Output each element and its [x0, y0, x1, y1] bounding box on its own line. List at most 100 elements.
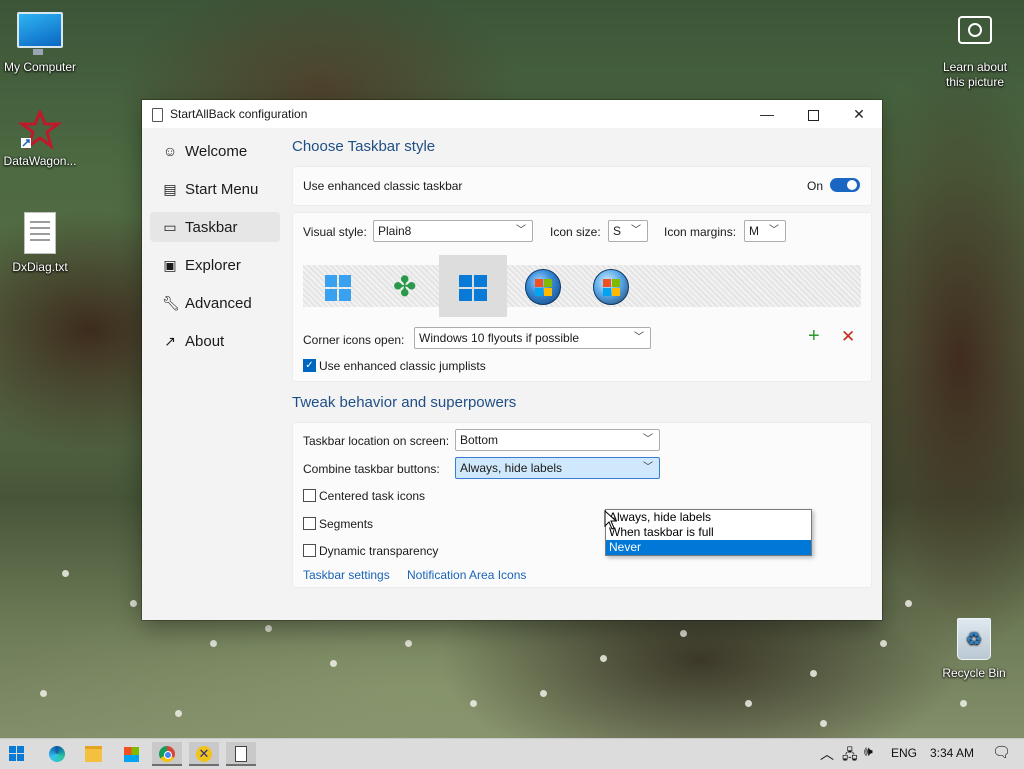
text-file-icon	[24, 212, 56, 254]
computer-icon	[17, 12, 63, 55]
chevron-down-icon: ﹀	[516, 225, 526, 236]
taskbar-location-value: Bottom	[460, 433, 499, 447]
file-explorer-button[interactable]	[78, 742, 108, 766]
tweak-card: Taskbar location on screen: Bottom ﹀ Com…	[292, 422, 872, 588]
desktop-icon-learn-picture[interactable]: Learn about this picture	[934, 16, 1016, 90]
enhanced-taskbar-label: Use enhanced classic taskbar	[303, 179, 463, 193]
close-button[interactable]: ✕	[836, 100, 882, 128]
sidebar-item-start-menu[interactable]: ▤ Start Menu	[150, 174, 280, 204]
enhanced-jumplists-label: Use enhanced classic jumplists	[319, 359, 486, 373]
language-indicator[interactable]: ENG	[891, 746, 917, 760]
sidebar-item-about[interactable]: ↗ About	[150, 326, 280, 356]
title-bar[interactable]: StartAllBack configuration — ✕	[142, 100, 882, 128]
chrome-icon	[159, 746, 175, 763]
startallback-button[interactable]	[226, 742, 256, 766]
sidebar-item-label: About	[185, 333, 225, 350]
taskbar: ✕ ︿ 🖧︎ 🕪︎ ENG 3:34 AM 🗨︎	[0, 738, 1024, 769]
app-icon: ✕	[196, 746, 212, 763]
add-icon[interactable]: +	[808, 325, 820, 348]
segments-label: Segments	[319, 517, 374, 531]
icon-margins-select[interactable]: M ﹀	[744, 220, 786, 242]
icon-size-label: Icon size:	[550, 225, 601, 239]
edge-icon	[49, 746, 65, 763]
icon-size-select[interactable]: S ﹀	[608, 220, 648, 242]
corner-icons-label: Corner icons open:	[303, 333, 405, 347]
icon-margins-value: M	[749, 224, 759, 238]
notification-area-icons-link[interactable]: Notification Area Icons	[407, 568, 526, 582]
chevron-down-icon: ﹀	[631, 225, 641, 236]
centered-icons-label: Centered task icons	[319, 489, 426, 503]
corner-icons-select[interactable]: Windows 10 flyouts if possible ﹀	[414, 327, 651, 349]
taskbar-icon: ▭	[163, 219, 177, 235]
enhanced-taskbar-card: Use enhanced classic taskbar On	[292, 166, 872, 206]
taskbar-style-strip: ✤	[303, 255, 861, 317]
section-title-taskbar-style: Choose Taskbar style	[292, 138, 436, 155]
windows-10-style[interactable]	[439, 255, 507, 317]
recycle-bin-icon: ♻	[957, 618, 991, 660]
windows-7-orb-style[interactable]	[507, 255, 575, 317]
combine-buttons-label: Combine taskbar buttons:	[303, 462, 440, 476]
start-button[interactable]	[2, 742, 32, 766]
dropdown-option[interactable]: Never	[606, 540, 811, 555]
remove-icon[interactable]: ✕	[841, 327, 855, 347]
centered-icons-checkbox[interactable]	[303, 489, 316, 502]
desktop-icon-dxdiag[interactable]: DxDiag.txt	[0, 212, 80, 274]
combine-buttons-select[interactable]: Always, hide labels ﹀	[455, 457, 660, 479]
desktop-icon-recycle-bin[interactable]: ♻ Recycle Bin	[934, 618, 1014, 680]
sidebar-item-label: Start Menu	[185, 181, 259, 198]
minimize-icon: —	[760, 106, 774, 122]
windows-vista-orb-style[interactable]	[575, 255, 643, 317]
sidebar-item-explorer[interactable]: ▣ Explorer	[150, 250, 280, 280]
chevron-down-icon: ﹀	[634, 332, 644, 343]
dropdown-option[interactable]: When taskbar is full	[606, 525, 811, 540]
volume-icon[interactable]: 🕪︎	[864, 743, 873, 760]
desktop-icon-label: My Computer	[3, 60, 77, 74]
sidebar-item-label: Explorer	[185, 257, 241, 274]
chevron-up-icon[interactable]: ︿	[820, 744, 834, 764]
desktop-icon-my-computer[interactable]: My Computer	[0, 12, 80, 74]
desktop-icon-label: Recycle Bin	[942, 666, 1006, 680]
windows-11-logo-icon	[325, 275, 351, 301]
chevron-down-icon: ﹀	[643, 462, 653, 473]
enhanced-taskbar-toggle[interactable]	[830, 178, 860, 192]
store-button[interactable]	[116, 742, 146, 766]
combine-buttons-dropdown: Always, hide labels When taskbar is full…	[605, 509, 812, 556]
sidebar-item-label: Welcome	[185, 143, 248, 160]
windows-11-style[interactable]	[303, 255, 371, 317]
sidebar-item-welcome[interactable]: ☺ Welcome	[150, 136, 280, 166]
sidebar-item-label: Taskbar	[185, 219, 238, 236]
windows-10-logo-icon	[459, 275, 487, 301]
maximize-button[interactable]	[790, 100, 836, 128]
visual-style-select[interactable]: Plain8 ﹀	[373, 220, 533, 242]
edge-button[interactable]	[42, 742, 72, 766]
desktop-icon-label: Learn about this picture	[942, 60, 1008, 89]
camera-icon	[958, 16, 992, 44]
window-title: StartAllBack configuration	[170, 107, 308, 121]
chrome-button[interactable]	[152, 742, 182, 766]
sidebar-item-taskbar[interactable]: ▭ Taskbar	[150, 212, 280, 242]
network-icon[interactable]: 🖧︎	[842, 744, 858, 768]
close-icon: ✕	[853, 106, 865, 122]
minimize-button[interactable]: —	[744, 100, 790, 128]
notification-icon[interactable]: 🗨︎	[992, 743, 1011, 761]
segments-checkbox[interactable]	[303, 517, 316, 530]
taskbar-settings-link[interactable]: Taskbar settings	[303, 568, 390, 582]
visual-style-value: Plain8	[378, 224, 412, 238]
dynamic-transparency-checkbox[interactable]	[303, 544, 316, 557]
sidebar-item-advanced[interactable]: 🔧︎ Advanced	[150, 288, 280, 318]
clock[interactable]: 3:34 AM	[930, 746, 974, 760]
taskbar-location-select[interactable]: Bottom ﹀	[455, 429, 660, 451]
combine-buttons-value: Always, hide labels	[460, 461, 563, 475]
desktop-icon-datawagon[interactable]: DataWagon...	[0, 108, 80, 168]
startallback-icon	[235, 746, 247, 763]
windows-7-orb-icon	[525, 269, 561, 305]
windows-vista-orb-icon	[593, 269, 629, 305]
app-button[interactable]: ✕	[189, 742, 219, 766]
sidebar-item-label: Advanced	[185, 295, 252, 312]
enhanced-jumplists-checkbox[interactable]: ✓	[303, 359, 316, 372]
clover-style[interactable]: ✤	[371, 255, 439, 317]
dropdown-option[interactable]: Always, hide labels	[606, 510, 811, 525]
explorer-icon: ▣	[163, 257, 177, 273]
icon-margins-label: Icon margins:	[664, 225, 737, 239]
toggle-state-label: On	[807, 179, 824, 193]
